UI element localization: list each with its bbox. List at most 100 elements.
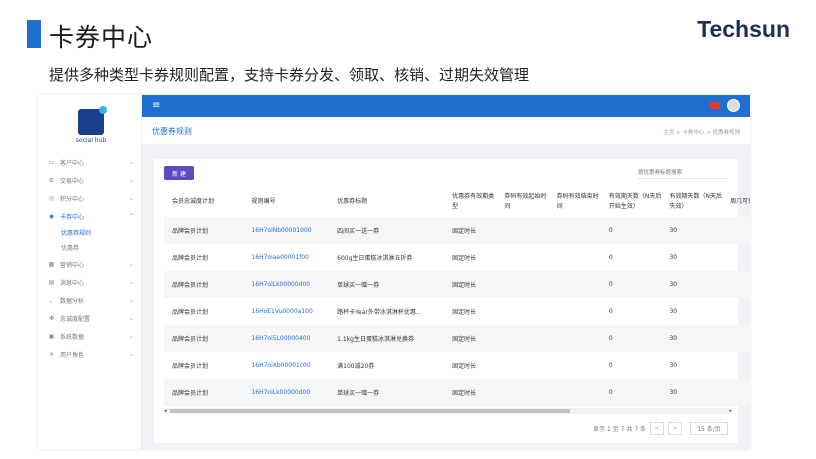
sidebar-item-label: 客户中心 bbox=[60, 159, 85, 167]
table-cell: 30 bbox=[669, 308, 678, 315]
table-cell: 品牌会员计划 bbox=[164, 271, 244, 298]
chevron-down-icon: ⌄ bbox=[128, 176, 134, 184]
sidebar-item-system-data[interactable]: ▣ 系统数据 ⌄ bbox=[38, 327, 142, 345]
puzzle-icon: ✤ bbox=[48, 314, 55, 322]
table-cell bbox=[496, 379, 549, 406]
table-cell: 品牌会员计划 bbox=[172, 309, 209, 316]
chevron-down-icon: ⌄ bbox=[128, 194, 134, 202]
table-cell bbox=[548, 271, 601, 298]
table-cell: 固定时长 bbox=[444, 325, 497, 352]
column-header[interactable]: 周几可使 bbox=[722, 187, 750, 217]
sidebar-item-trade[interactable]: ⚙ 交易中心 ⌄ bbox=[38, 171, 142, 189]
scroll-left-icon[interactable]: ◂ bbox=[164, 408, 167, 414]
rule-code-link[interactable]: 16H7oi5L00000400 bbox=[243, 325, 330, 352]
column-header[interactable]: 券码有效结束时间 bbox=[549, 187, 601, 217]
coin-icon: ◎ bbox=[48, 194, 55, 202]
column-header[interactable]: 优惠券有效期类型 bbox=[444, 187, 496, 217]
scrollbar-thumb[interactable] bbox=[170, 409, 570, 413]
sidebar-item-label: 卡券中心 bbox=[60, 213, 85, 221]
chevron-up-icon: ⌃ bbox=[128, 212, 134, 220]
table-cell: 0 bbox=[608, 308, 613, 315]
logo-mark-icon bbox=[78, 106, 107, 135]
page-size-select[interactable]: 15 条/页 bbox=[690, 421, 728, 435]
monitor-icon: ▭ bbox=[48, 158, 55, 166]
rule-code-link[interactable]: 16HoE1Vu0000a100 bbox=[243, 298, 329, 325]
rule-code-link[interactable]: 16H7oiNb00001000 bbox=[243, 217, 330, 244]
tools-icon: ✕ bbox=[48, 350, 55, 358]
rule-code-link[interactable]: 16H7oiXb00001c00 bbox=[243, 352, 329, 379]
chevron-down-icon: ⌄ bbox=[128, 260, 134, 268]
table-row[interactable]: 品牌会员计划 16H7oiNb00001000 四间买一送一券 固定时长 0 3… bbox=[164, 217, 750, 244]
sidebar-subitem-coupons[interactable]: 优惠券 bbox=[38, 240, 142, 255]
table-row[interactable]: 品牌会员计划 16H7oiLk00000d00 单球买一赠一券 固定时长 0 3… bbox=[164, 271, 750, 298]
sidebar-item-messages[interactable]: ▤ 消息中心 ⌄ bbox=[38, 273, 142, 291]
rule-code-link[interactable]: 16H7oiLk00000d00 bbox=[243, 271, 330, 298]
table-cell: 固定时长 bbox=[452, 363, 477, 370]
sidebar-item-coupons[interactable]: ◉ 卡券中心 ⌃ bbox=[38, 207, 142, 225]
sidebar-subitem-coupon-rules[interactable]: 优惠券规则 bbox=[38, 225, 142, 240]
column-header[interactable]: 规则编号 bbox=[243, 187, 329, 217]
sidebar-item-label: 数据分析 bbox=[60, 297, 85, 305]
table-cell: 品牌会员计划 bbox=[164, 379, 244, 406]
next-page-button[interactable]: > bbox=[668, 421, 682, 435]
prev-page-button[interactable]: < bbox=[650, 421, 664, 435]
sidebar-item-loyalty[interactable]: ✤ 忠诚度配置 ⌄ bbox=[38, 309, 142, 327]
search-input[interactable] bbox=[638, 167, 728, 179]
table-cell bbox=[548, 325, 601, 352]
pagination: 显示 1 至 7 共 7 条 < > 15 条/页 bbox=[593, 421, 728, 435]
table-cell: 30 bbox=[661, 325, 723, 352]
table-cell bbox=[722, 379, 750, 406]
table-cell: 30 bbox=[661, 271, 723, 298]
scroll-right-icon[interactable]: ▸ bbox=[729, 408, 732, 414]
sidebar-item-analytics[interactable]: ⌞ 数据分析 ⌄ bbox=[38, 291, 142, 309]
table-cell bbox=[548, 379, 601, 406]
menu-toggle-icon[interactable]: ≡ bbox=[152, 100, 160, 111]
table-row[interactable]: 品牌会员计划 16H7oi5L00000400 1.1kg生日蛋糕冰淇淋兑换券 … bbox=[164, 325, 750, 352]
table-cell: 路杯卡Year外带冰淇淋杯优惠… bbox=[337, 309, 422, 316]
table-cell: 品牌会员计划 bbox=[164, 325, 244, 352]
table-cell: 30 bbox=[669, 362, 678, 369]
sidebar-item-customer[interactable]: ▭ 客户中心 ⌄ bbox=[38, 153, 142, 171]
table-cell: 固定时长 bbox=[444, 379, 497, 406]
horizontal-scrollbar[interactable]: ◂ ▸ bbox=[164, 408, 732, 414]
table-cell: 满100减20券 bbox=[337, 363, 375, 370]
table-cell: 0 bbox=[608, 254, 613, 261]
table-cell: 固定时长 bbox=[444, 217, 497, 244]
column-header[interactable]: 会员忠诚度计划 bbox=[164, 187, 243, 217]
table-cell bbox=[496, 352, 548, 379]
new-button[interactable]: 新 建 bbox=[164, 166, 194, 180]
table-cell bbox=[722, 271, 750, 298]
app-window: social hub ▭ 客户中心 ⌄ ⚙ 交易中心 ⌄ ◎ 积分中心 ⌄ ◉ 卡券中心 ⌃ 优… bbox=[38, 95, 750, 449]
column-header[interactable]: 券码有效起始时间 bbox=[496, 187, 548, 217]
sidebar-item-points[interactable]: ◎ 积分中心 ⌄ bbox=[38, 189, 142, 207]
table-cell: 单球买一赠一券 bbox=[329, 271, 445, 298]
sidebar-item-label: 用户角色 bbox=[60, 351, 85, 359]
column-header[interactable]: 有效期天数（N天后失效） bbox=[661, 187, 722, 217]
column-header[interactable]: 优惠券标题 bbox=[329, 187, 444, 217]
page-title: 优惠券规则 bbox=[152, 127, 192, 136]
table-row[interactable]: 品牌会员计划 16H7oiae00001f00 600g生日蛋糕冰淇淋五折券 固… bbox=[164, 244, 750, 271]
table-row[interactable]: 品牌会员计划 16H7oiLk00000d00 单球买一赠一券 固定时长 0 3… bbox=[164, 379, 750, 406]
table-cell bbox=[496, 325, 549, 352]
chevron-down-icon: ⌄ bbox=[128, 296, 134, 304]
sidebar-item-label: 交易中心 bbox=[60, 177, 85, 185]
table-row[interactable]: 品牌会员计划 16HoE1Vu0000a100 路杯卡Year外带冰淇淋杯优惠…… bbox=[164, 298, 750, 325]
sidebar-item-roles[interactable]: ✕ 用户角色 ⌄ bbox=[38, 345, 142, 363]
table-row[interactable]: 品牌会员计划 16H7oiXb00001c00 满100减20券 固定时长 0 … bbox=[164, 352, 750, 379]
table-cell bbox=[549, 298, 601, 325]
table-header-row: 会员忠诚度计划 规则编号 优惠券标题 优惠券有效期类型 券码有效起始时间 券码有… bbox=[164, 187, 750, 217]
rule-code-link[interactable]: 16H7oiLk00000d00 bbox=[243, 379, 330, 406]
table-cell bbox=[722, 244, 750, 271]
sidebar-item-marketing[interactable]: ▦ 营销中心 ⌄ bbox=[38, 255, 142, 273]
table-cell: 品牌会员计划 bbox=[172, 255, 209, 262]
coupon-rules-card: 新 建 会员忠诚度计划 规则编号 优惠券标题 优惠券有效期类型 券码有效起始时间… bbox=[154, 159, 750, 443]
column-header[interactable]: 有效期天数（N天后开始生效） bbox=[601, 187, 662, 217]
avatar[interactable] bbox=[727, 99, 740, 112]
rule-code-link[interactable]: 16H7oiae00001f00 bbox=[243, 244, 329, 271]
table-cell: 0 bbox=[600, 217, 662, 244]
app-logo[interactable]: social hub bbox=[74, 106, 108, 149]
slide-title: 卡券中心 bbox=[49, 23, 154, 52]
language-flag-icon[interactable] bbox=[710, 102, 720, 109]
chevron-down-icon: ⌄ bbox=[128, 278, 134, 286]
chart-icon: ⌞ bbox=[50, 296, 53, 304]
